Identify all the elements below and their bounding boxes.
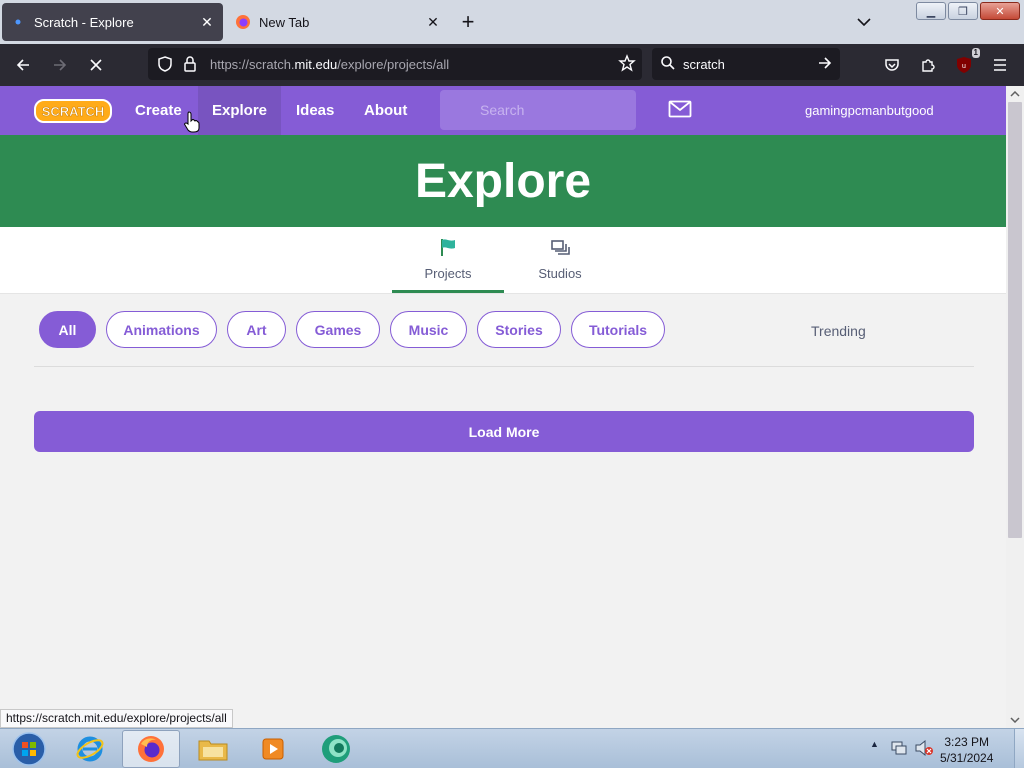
search-query[interactable]: scratch xyxy=(683,57,725,72)
tab-scratch-explore[interactable]: Scratch - Explore ✕ xyxy=(2,3,223,41)
scroll-up-arrow-icon[interactable] xyxy=(1006,86,1024,102)
tab-studios[interactable]: Studios xyxy=(504,227,616,293)
tab-title: Scratch - Explore xyxy=(34,14,134,30)
nav-about[interactable]: About xyxy=(350,86,421,135)
back-icon[interactable] xyxy=(10,52,36,78)
account-username[interactable]: gamingpcmanbutgood xyxy=(805,103,934,118)
filter-music[interactable]: Music xyxy=(390,311,467,348)
filter-art[interactable]: Art xyxy=(227,311,286,348)
flag-icon xyxy=(438,237,458,260)
link-status-tooltip: https://scratch.mit.edu/explore/projects… xyxy=(0,709,233,728)
tab-studios-label: Studios xyxy=(538,266,582,281)
load-more-button[interactable]: Load More xyxy=(34,411,974,452)
messages-mail-icon[interactable] xyxy=(668,100,692,123)
tab-title: New Tab xyxy=(259,14,310,30)
scratch-logo[interactable]: SCRATCH xyxy=(34,98,112,124)
forward-icon[interactable] xyxy=(47,52,73,78)
start-button-icon[interactable] xyxy=(0,730,58,768)
url-text[interactable]: https://scratch.mit.edu/explore/projects… xyxy=(210,57,449,72)
filter-stories[interactable]: Stories xyxy=(477,311,561,348)
firefox-taskbar-icon[interactable] xyxy=(122,730,180,768)
search-bar[interactable]: scratch xyxy=(652,48,840,80)
ublock-extension-icon[interactable]: u 1 xyxy=(951,48,980,78)
close-window-button[interactable]: ✕ xyxy=(980,2,1020,20)
hand-cursor-icon xyxy=(184,111,200,138)
extension-badge: 1 xyxy=(971,48,980,58)
restore-button[interactable]: ❐ xyxy=(948,2,978,20)
menu-hamburger-icon[interactable] xyxy=(987,52,1013,78)
browser-tab-strip: Scratch - Explore ✕ New Tab ✕ + ▁ ❐ ✕ xyxy=(0,0,1024,44)
scroll-down-arrow-icon[interactable] xyxy=(1006,712,1024,728)
close-tab-icon[interactable]: ✕ xyxy=(421,10,445,34)
scratch-navbar: SCRATCH Create Explore Ideas About Searc… xyxy=(0,86,1006,135)
site-search-input[interactable]: Search xyxy=(440,90,636,130)
scratch-favicon-icon xyxy=(10,14,26,30)
firefox-favicon-icon xyxy=(235,14,251,30)
tracking-protection-shield-icon[interactable] xyxy=(156,55,174,78)
windows-taskbar: ▲ 3:23 PM 5/31/2024 xyxy=(0,728,1024,768)
sort-dropdown[interactable]: Trending xyxy=(811,323,866,339)
system-clock[interactable]: 3:23 PM 5/31/2024 xyxy=(940,734,993,766)
page-title: Explore xyxy=(414,154,592,208)
pocket-icon[interactable] xyxy=(879,52,905,78)
clock-date: 5/31/2024 xyxy=(940,751,994,765)
nav-ideas[interactable]: Ideas xyxy=(282,86,348,135)
tab-new-tab[interactable]: New Tab ✕ xyxy=(227,3,449,41)
show-hidden-icons-arrow[interactable]: ▲ xyxy=(870,739,879,749)
network-tray-icon[interactable] xyxy=(890,739,908,762)
app-globe-icon[interactable] xyxy=(307,730,365,768)
search-placeholder: Search xyxy=(480,102,525,118)
svg-text:u: u xyxy=(962,63,966,70)
explore-banner: Explore xyxy=(0,135,1006,227)
show-desktop-button[interactable] xyxy=(1014,729,1024,768)
filter-all[interactable]: All xyxy=(39,311,96,348)
close-tab-icon[interactable]: ✕ xyxy=(195,10,219,34)
window-controls: ▁ ❐ ✕ xyxy=(916,2,1020,20)
volume-muted-icon[interactable] xyxy=(914,739,934,762)
browser-toolbar: https://scratch.mit.edu/explore/projects… xyxy=(0,44,1024,86)
search-go-arrow-icon[interactable] xyxy=(816,54,834,77)
clock-time: 3:23 PM xyxy=(944,735,990,749)
filter-animations[interactable]: Animations xyxy=(106,311,217,348)
media-player-icon[interactable] xyxy=(244,730,302,768)
search-icon xyxy=(660,55,676,76)
divider xyxy=(34,366,974,367)
list-all-tabs-button[interactable] xyxy=(852,10,876,34)
url-bar[interactable]: https://scratch.mit.edu/explore/projects… xyxy=(148,48,642,80)
tab-projects-label: Projects xyxy=(424,265,472,281)
svg-text:SCRATCH: SCRATCH xyxy=(42,104,105,119)
minimize-button[interactable]: ▁ xyxy=(916,2,946,20)
file-explorer-icon[interactable] xyxy=(184,730,242,768)
scrollbar-thumb[interactable] xyxy=(1008,102,1022,538)
filter-tutorials[interactable]: Tutorials xyxy=(571,311,665,348)
bookmark-star-icon[interactable] xyxy=(618,54,636,77)
internet-explorer-icon[interactable] xyxy=(61,730,119,768)
lock-icon[interactable] xyxy=(182,55,198,78)
extensions-puzzle-icon[interactable] xyxy=(915,52,941,78)
explore-subtabs: Projects Studios xyxy=(0,227,1006,294)
studios-icon xyxy=(550,239,570,260)
nav-explore[interactable]: Explore xyxy=(198,86,282,135)
new-tab-button[interactable]: + xyxy=(456,9,480,34)
stop-loading-icon[interactable] xyxy=(83,52,109,78)
tab-projects[interactable]: Projects xyxy=(392,227,504,293)
page-scrollbar[interactable] xyxy=(1006,86,1024,728)
filter-games[interactable]: Games xyxy=(296,311,380,348)
